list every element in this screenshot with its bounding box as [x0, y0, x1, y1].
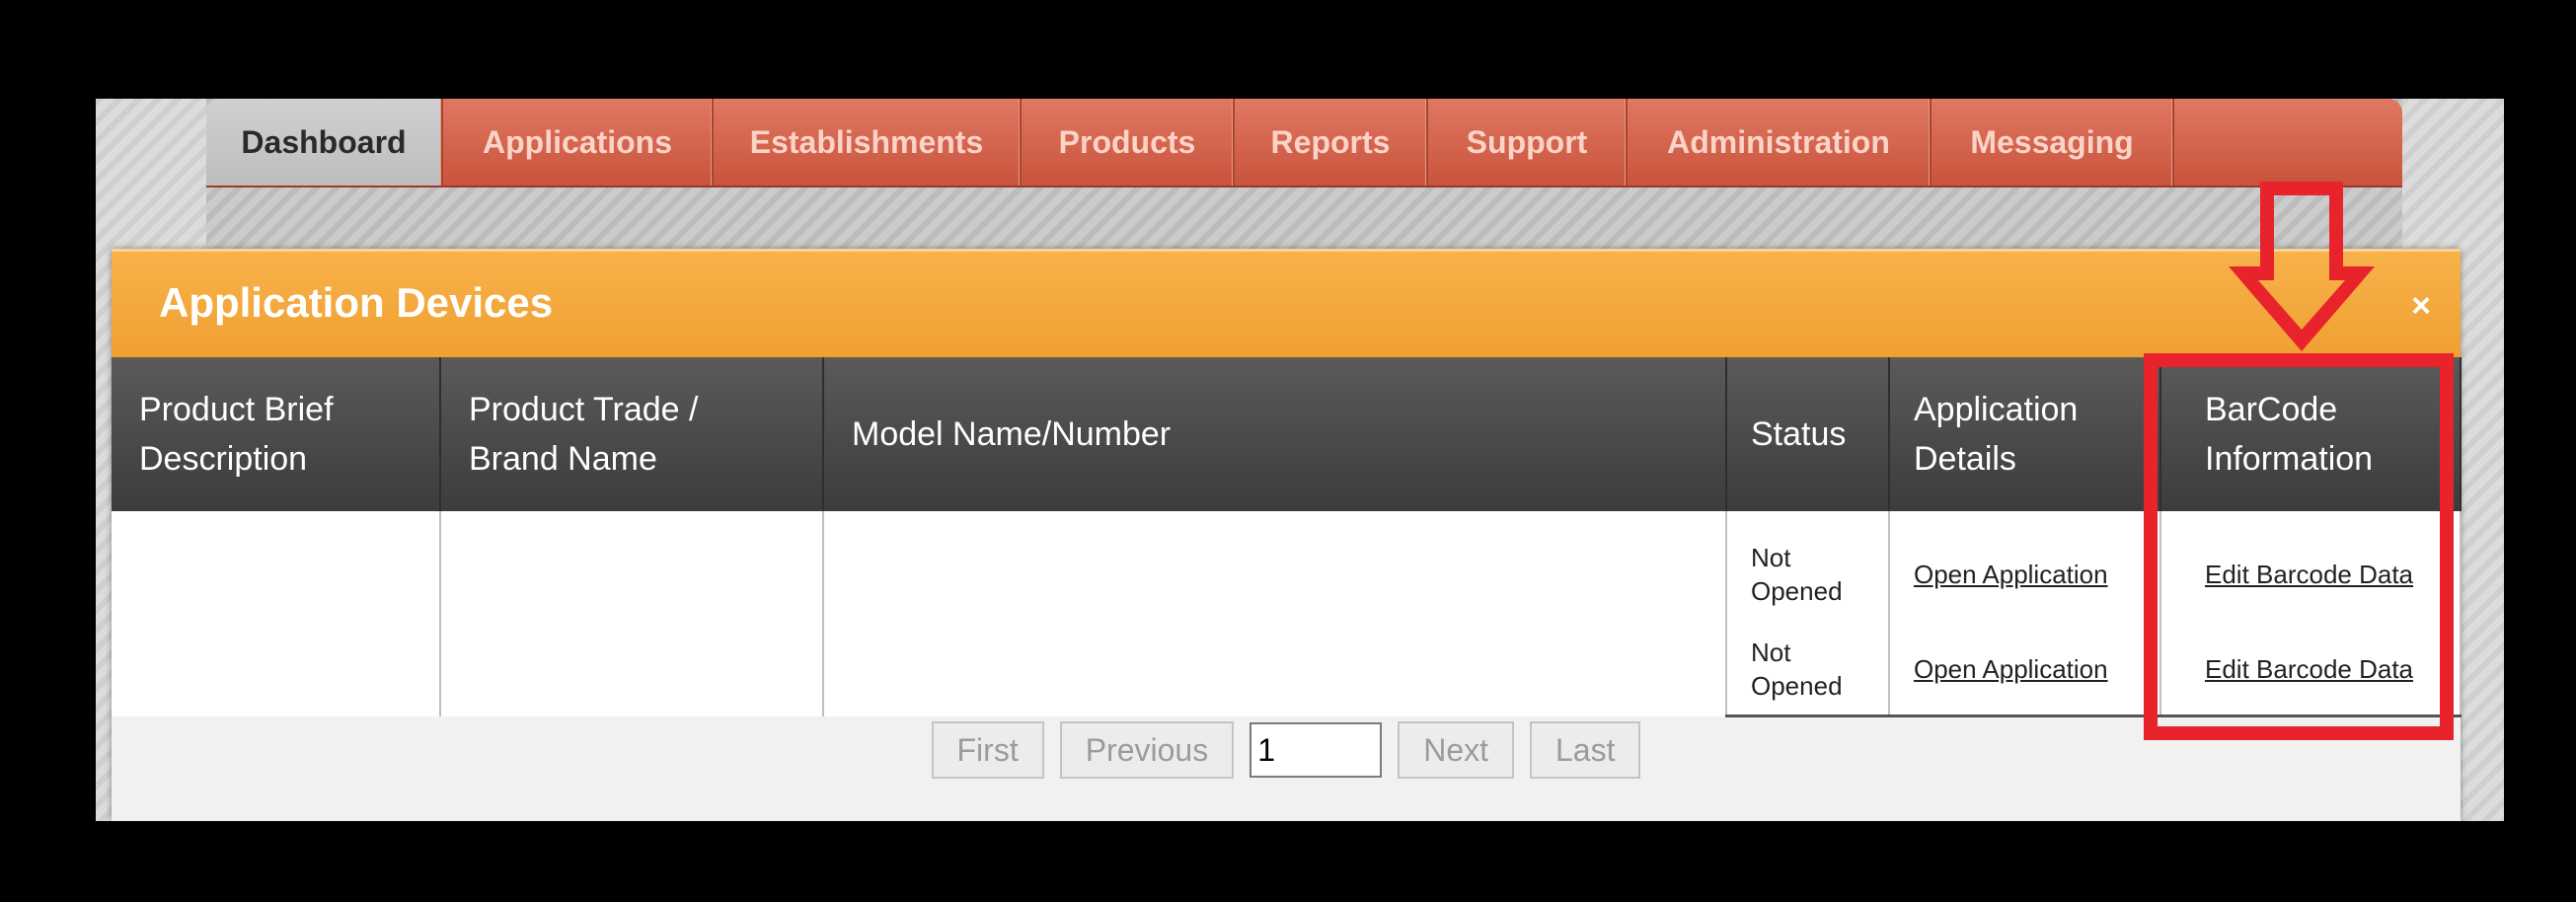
tab-support[interactable]: Support	[1428, 99, 1628, 186]
page-number-input[interactable]	[1250, 722, 1383, 778]
last-page-button[interactable]: Last	[1530, 721, 1641, 779]
edit-barcode-data-link[interactable]: Edit Barcode Data	[2205, 654, 2413, 684]
main-nav: Dashboard Applications Establishments Pr…	[206, 99, 2402, 186]
previous-page-button[interactable]: Previous	[1059, 721, 1235, 779]
application-devices-modal: Application Devices × Product Brief Desc…	[112, 249, 2462, 821]
cell-brand-name	[440, 511, 824, 716]
tab-applications[interactable]: Applications	[443, 99, 714, 186]
col-header-model[interactable]: Model Name/Number	[823, 357, 1727, 511]
tab-reports[interactable]: Reports	[1235, 99, 1428, 186]
col-header-brand-name[interactable]: Product Trade / Brand Name	[440, 357, 824, 511]
close-icon[interactable]: ×	[2411, 287, 2431, 326]
cell-status: Not Opened	[1726, 511, 1890, 624]
modal-title: Application Devices	[159, 279, 554, 326]
tab-messaging[interactable]: Messaging	[1932, 99, 2174, 186]
first-page-button[interactable]: First	[931, 721, 1044, 779]
tab-administration[interactable]: Administration	[1628, 99, 1932, 186]
open-application-link[interactable]: Open Application	[1914, 560, 2108, 589]
col-header-status[interactable]: Status	[1726, 357, 1890, 511]
tab-dashboard[interactable]: Dashboard	[206, 99, 443, 186]
tab-establishments[interactable]: Establishments	[714, 99, 1022, 186]
cell-barcode-info: Edit Barcode Data	[2160, 511, 2462, 624]
modal-header: Application Devices ×	[112, 249, 2461, 357]
cell-application-details: Open Application	[1889, 511, 2161, 624]
devices-table: Product Brief Description Product Trade …	[112, 357, 2462, 717]
cell-status: Not Opened	[1726, 624, 1890, 717]
tab-products[interactable]: Products	[1022, 99, 1235, 186]
col-header-barcode-info[interactable]: BarCode Information	[2160, 357, 2462, 511]
cell-brief-description	[112, 511, 441, 716]
edit-barcode-data-link[interactable]: Edit Barcode Data	[2205, 560, 2413, 589]
pagination: First Previous Next Last	[112, 720, 2461, 780]
col-header-brief-description[interactable]: Product Brief Description	[112, 357, 441, 511]
col-header-application-details[interactable]: Application Details	[1889, 357, 2161, 511]
next-page-button[interactable]: Next	[1398, 721, 1514, 779]
cell-barcode-info: Edit Barcode Data	[2160, 624, 2462, 717]
table-row: Not Opened Open Application Edit Barcode…	[112, 511, 2462, 716]
cell-application-details: Open Application	[1889, 624, 2161, 717]
cell-model	[823, 511, 1727, 716]
open-application-link[interactable]: Open Application	[1914, 654, 2108, 684]
table-header-row: Product Brief Description Product Trade …	[112, 357, 2462, 511]
